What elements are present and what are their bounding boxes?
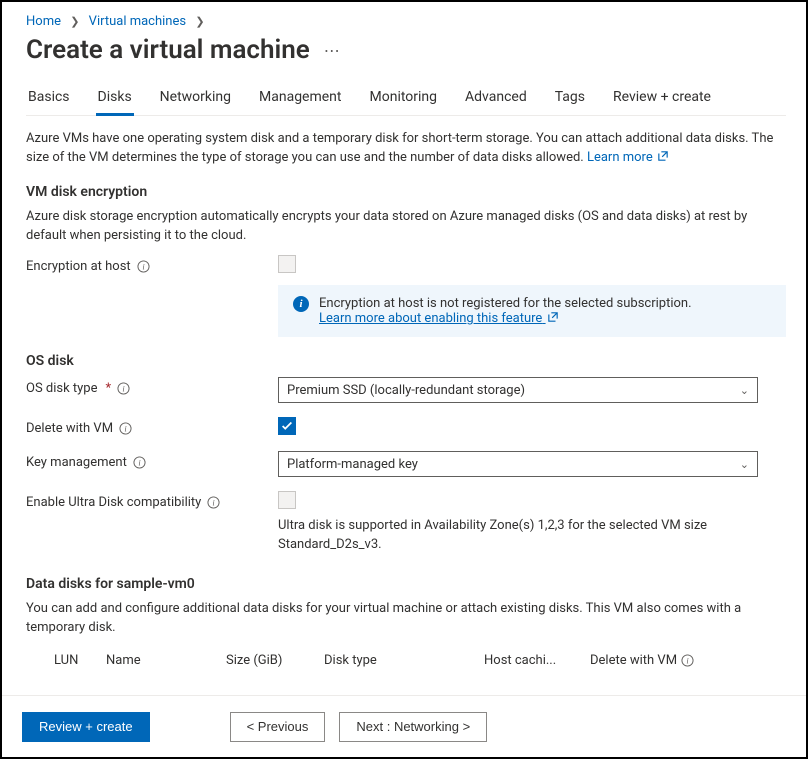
col-header-delete-label: Delete with VM xyxy=(590,653,677,668)
next-button[interactable]: Next : Networking > xyxy=(339,712,487,742)
svg-text:i: i xyxy=(686,657,689,666)
info-icon[interactable]: i xyxy=(207,496,220,509)
tab-management[interactable]: Management xyxy=(257,83,343,115)
section-title-encryption: VM disk encryption xyxy=(26,184,786,200)
info-icon[interactable]: i xyxy=(119,422,132,435)
chevron-right-icon: ❯ xyxy=(195,15,204,28)
more-actions-button[interactable]: ⋯ xyxy=(324,41,342,60)
callout-link-label: Learn more about enabling this feature xyxy=(319,311,542,326)
learn-more-label: Learn more xyxy=(587,150,653,165)
breadcrumb-item-home[interactable]: Home xyxy=(26,14,61,29)
tab-networking[interactable]: Networking xyxy=(158,83,233,115)
key-management-value: Platform-managed key xyxy=(287,457,418,472)
svg-text:i: i xyxy=(124,425,127,434)
callout-text: Encryption at host is not registered for… xyxy=(319,296,692,311)
ultra-disk-hint: Ultra disk is supported in Availability … xyxy=(278,517,758,553)
os-disk-type-dropdown[interactable]: Premium SSD (locally-redundant storage) … xyxy=(278,377,758,403)
breadcrumb-item-vms[interactable]: Virtual machines xyxy=(89,14,186,29)
tab-monitoring[interactable]: Monitoring xyxy=(368,83,440,115)
review-create-button[interactable]: Review + create xyxy=(22,712,150,742)
svg-text:i: i xyxy=(213,499,216,508)
col-header-type: Disk type xyxy=(324,653,484,668)
col-header-lun: LUN xyxy=(26,653,106,668)
tab-basics[interactable]: Basics xyxy=(26,83,72,115)
encryption-callout: i Encryption at host is not registered f… xyxy=(278,285,786,337)
encryption-at-host-label: Encryption at host xyxy=(26,259,131,274)
external-link-icon xyxy=(548,311,558,321)
info-icon[interactable]: i xyxy=(117,382,130,395)
tab-disks[interactable]: Disks xyxy=(96,83,134,115)
svg-text:i: i xyxy=(122,385,125,394)
delete-with-vm-label: Delete with VM xyxy=(26,421,113,436)
section-title-datadisks: Data disks for sample-vm0 xyxy=(26,576,786,592)
key-management-label: Key management xyxy=(26,455,127,470)
os-disk-type-value: Premium SSD (locally-redundant storage) xyxy=(287,383,525,398)
page-title: Create a virtual machine xyxy=(26,35,310,65)
svg-text:i: i xyxy=(142,263,145,272)
tab-review[interactable]: Review + create xyxy=(611,83,713,115)
col-header-delete: Delete with VM i xyxy=(590,653,740,668)
tab-strip: Basics Disks Networking Management Monit… xyxy=(26,83,786,116)
section-title-osdisk: OS disk xyxy=(26,353,786,369)
encryption-desc: Azure disk storage encryption automatica… xyxy=(26,208,786,246)
tab-advanced[interactable]: Advanced xyxy=(463,83,529,115)
ultra-disk-label: Enable Ultra Disk compatibility xyxy=(26,495,201,510)
callout-link[interactable]: Learn more about enabling this feature xyxy=(319,311,558,326)
info-icon[interactable]: i xyxy=(681,654,694,667)
col-header-name: Name xyxy=(106,653,226,668)
col-header-cache: Host cachi... xyxy=(484,653,590,668)
learn-more-link[interactable]: Learn more xyxy=(587,150,668,165)
datadisks-desc: You can add and configure additional dat… xyxy=(26,600,786,638)
info-icon[interactable]: i xyxy=(133,456,146,469)
col-header-size: Size (GiB) xyxy=(226,653,324,668)
svg-text:i: i xyxy=(138,459,141,468)
ultra-disk-checkbox[interactable] xyxy=(278,491,296,509)
breadcrumb: Home ❯ Virtual machines ❯ xyxy=(26,14,786,29)
chevron-down-icon: ⌄ xyxy=(740,384,749,397)
os-disk-type-label: OS disk type xyxy=(26,381,98,396)
key-management-dropdown[interactable]: Platform-managed key ⌄ xyxy=(278,451,758,477)
info-icon: i xyxy=(293,296,309,312)
datadisks-table-header: LUN Name Size (GiB) Disk type Host cachi… xyxy=(26,647,786,674)
chevron-down-icon: ⌄ xyxy=(740,458,749,471)
external-link-icon xyxy=(658,149,668,159)
chevron-right-icon: ❯ xyxy=(70,15,79,28)
delete-with-vm-checkbox[interactable] xyxy=(278,417,296,435)
info-icon[interactable]: i xyxy=(137,260,150,273)
intro-text: Azure VMs have one operating system disk… xyxy=(26,130,786,168)
encryption-at-host-checkbox[interactable] xyxy=(278,255,296,273)
tab-tags[interactable]: Tags xyxy=(553,83,587,115)
previous-button[interactable]: < Previous xyxy=(230,712,326,742)
wizard-footer: Review + create < Previous Next : Networ… xyxy=(2,695,806,757)
required-star-icon: * xyxy=(106,381,112,396)
